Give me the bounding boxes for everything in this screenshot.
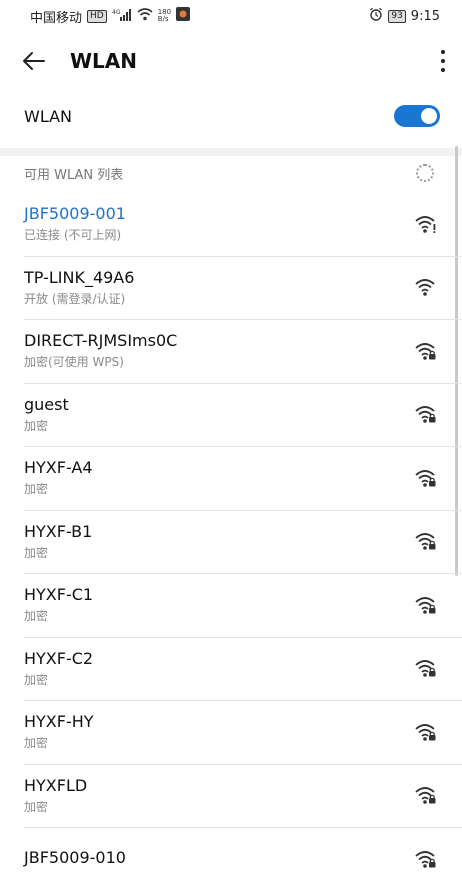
wifi-open-icon bbox=[414, 277, 436, 297]
wifi-no-internet-icon bbox=[414, 214, 436, 234]
network-status: 加密 bbox=[24, 545, 49, 560]
network-status: 加密 bbox=[24, 672, 49, 687]
battery-icon: 93 bbox=[388, 9, 406, 23]
status-bar: 中国移动 HD 4G 180 B/s 93 9:15 bbox=[0, 0, 462, 32]
network-text: HYXF-B1 加密 bbox=[24, 521, 92, 562]
network-name: TP-LINK_49A6 bbox=[24, 267, 135, 287]
wifi-lock-icon bbox=[414, 468, 436, 488]
network-row-6[interactable]: HYXF-C1 加密 bbox=[0, 573, 462, 637]
network-text: HYXF-A4 加密 bbox=[24, 457, 93, 498]
wlan-toggle-switch[interactable] bbox=[394, 105, 440, 127]
network-status: 加密 bbox=[24, 736, 49, 751]
network-text: TP-LINK_49A6 开放 (需登录/认证) bbox=[24, 267, 134, 308]
network-status: 已连接 (不可上网) bbox=[24, 228, 122, 243]
app-bar: WLAN bbox=[0, 36, 462, 86]
network-row-3[interactable]: guest 加密 bbox=[0, 382, 462, 447]
network-name: JBF5009-001 bbox=[24, 204, 126, 224]
network-text: HYXFLD 加密 bbox=[24, 775, 87, 816]
network-row-7[interactable]: HYXF-C2 加密 bbox=[0, 636, 462, 701]
network-row-10[interactable]: JBF5009-010 bbox=[0, 827, 462, 891]
network-name: HYXF-C1 bbox=[24, 585, 94, 605]
wifi-lock-icon bbox=[414, 531, 436, 551]
network-status: 加密 bbox=[24, 418, 49, 433]
wifi-lock-icon bbox=[414, 722, 436, 742]
signal-type-label: 4G bbox=[112, 9, 121, 16]
network-text: DIRECT-RJMSIms0C 加密(可使用 WPS) bbox=[24, 330, 177, 371]
clock-time: 9:15 bbox=[410, 8, 440, 24]
network-name: HYXF-HY bbox=[24, 712, 94, 732]
network-row-4[interactable]: HYXF-A4 加密 bbox=[0, 446, 462, 510]
network-text: guest 加密 bbox=[24, 394, 69, 435]
network-name: DIRECT-RJMSIms0C bbox=[24, 331, 178, 351]
network-status: 加密 bbox=[24, 799, 49, 814]
section-divider bbox=[0, 148, 462, 156]
network-text: JBF5009-001 已连接 (不可上网) bbox=[24, 203, 126, 244]
network-list: JBF5009-001 已连接 (不可上网) TP-LINK_49A6 开放 (… bbox=[0, 192, 462, 891]
network-row-0[interactable]: JBF5009-001 已连接 (不可上网) bbox=[0, 192, 462, 256]
network-row-5[interactable]: HYXF-B1 加密 bbox=[0, 509, 462, 574]
scanning-spinner-icon bbox=[416, 164, 434, 182]
network-speed-unit: B/s bbox=[157, 15, 169, 23]
wifi-lock-icon bbox=[414, 595, 436, 615]
wifi-lock-icon bbox=[414, 785, 436, 805]
network-row-1[interactable]: TP-LINK_49A6 开放 (需登录/认证) bbox=[0, 255, 462, 320]
network-text: HYXF-C2 加密 bbox=[24, 648, 93, 689]
network-row-2[interactable]: DIRECT-RJMSIms0C 加密(可使用 WPS) bbox=[0, 319, 462, 383]
network-status: 加密 bbox=[24, 482, 49, 497]
network-text: HYXF-HY 加密 bbox=[24, 711, 94, 752]
wifi-status-icon bbox=[137, 7, 153, 25]
network-name: guest bbox=[24, 394, 69, 414]
wifi-lock-icon bbox=[414, 404, 436, 424]
app-notification-icon bbox=[176, 7, 191, 25]
network-speed: 180 B/s bbox=[158, 9, 171, 23]
network-status: 开放 (需登录/认证) bbox=[24, 291, 126, 306]
signal-icon: 4G bbox=[112, 8, 132, 24]
status-bar-right: 93 9:15 bbox=[369, 7, 440, 25]
wifi-lock-icon bbox=[414, 849, 436, 869]
network-name: JBF5009-010 bbox=[24, 848, 126, 868]
more-vert-icon[interactable] bbox=[438, 48, 448, 74]
network-name: HYXF-B1 bbox=[24, 521, 93, 541]
network-name: HYXFLD bbox=[24, 775, 88, 795]
arrow-left-icon[interactable] bbox=[22, 47, 50, 75]
available-networks-header: 可用 WLAN 列表 bbox=[0, 158, 462, 188]
alarm-icon bbox=[369, 7, 383, 25]
network-status: 加密 bbox=[24, 609, 49, 624]
page-title: WLAN bbox=[70, 49, 138, 73]
carrier-label: 中国移动 bbox=[30, 10, 83, 26]
network-status: 加密(可使用 WPS) bbox=[24, 355, 124, 370]
wlan-toggle-label: WLAN bbox=[24, 106, 73, 126]
network-row-9[interactable]: HYXFLD 加密 bbox=[0, 763, 462, 828]
wifi-lock-icon bbox=[414, 658, 436, 678]
network-text: JBF5009-010 bbox=[24, 847, 126, 870]
wlan-toggle-row[interactable]: WLAN bbox=[0, 94, 462, 138]
network-text: HYXF-C1 加密 bbox=[24, 584, 93, 625]
toggle-knob bbox=[421, 108, 437, 124]
section-title: 可用 WLAN 列表 bbox=[24, 167, 124, 183]
network-name: HYXF-C2 bbox=[24, 648, 94, 668]
network-row-8[interactable]: HYXF-HY 加密 bbox=[0, 700, 462, 764]
wifi-lock-icon bbox=[414, 341, 436, 361]
status-bar-left: 中国移动 HD 4G 180 B/s bbox=[30, 7, 191, 26]
network-name: HYXF-A4 bbox=[24, 458, 93, 478]
hd-badge: HD bbox=[87, 9, 107, 23]
